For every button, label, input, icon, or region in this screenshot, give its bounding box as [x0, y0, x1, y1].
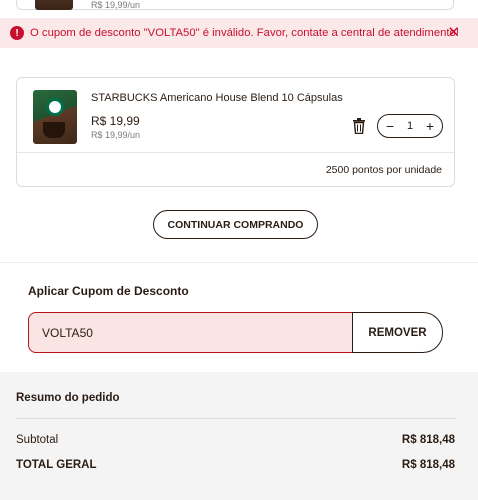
- remove-coupon-button[interactable]: REMOVER: [352, 312, 443, 353]
- cart-item-card: STARBUCKS Americano House Blend 10 Cápsu…: [16, 77, 455, 187]
- starbucks-logo-icon: [46, 98, 64, 116]
- subtotal-value: R$ 818,48: [401, 434, 455, 446]
- product-price: R$ 19,99: [91, 114, 140, 128]
- order-summary: Resumo do pedido Subtotal R$ 818,48 TOTA…: [0, 372, 478, 500]
- product-image: [33, 90, 77, 144]
- error-alert: ! O cupom de desconto "VOLTA50" é inváli…: [0, 18, 478, 48]
- trash-icon[interactable]: [352, 118, 366, 134]
- coffee-cup-icon: [43, 122, 65, 138]
- close-icon[interactable]: ✕: [447, 24, 460, 42]
- increment-button[interactable]: +: [426, 119, 434, 133]
- product-unit-price: R$ 19,99/un: [91, 130, 141, 140]
- previous-item-unit-price: R$ 19,99/un: [91, 0, 141, 10]
- divider: [17, 152, 454, 153]
- coupon-input[interactable]: VOLTA50: [28, 312, 354, 353]
- cart-page: R$ 19,99/un ! O cupom de desconto "VOLTA…: [0, 0, 478, 500]
- quantity-value[interactable]: 1: [407, 120, 413, 132]
- error-icon: !: [10, 26, 24, 40]
- points-per-unit: 2500 pontos por unidade: [325, 164, 442, 176]
- previous-cart-item: R$ 19,99/un: [16, 0, 454, 10]
- total-value: R$ 818,48: [401, 459, 455, 471]
- product-name[interactable]: STARBUCKS Americano House Blend 10 Cápsu…: [91, 92, 343, 104]
- decrement-button[interactable]: −: [386, 119, 394, 133]
- coupon-title: Aplicar Cupom de Desconto: [28, 284, 189, 298]
- product-image: [35, 0, 73, 10]
- quantity-stepper: − 1 +: [377, 114, 443, 138]
- summary-title: Resumo do pedido: [16, 392, 120, 404]
- error-message: O cupom de desconto "VOLTA50" é inválido…: [30, 27, 459, 39]
- continue-shopping-button[interactable]: CONTINUAR COMPRANDO: [153, 210, 318, 239]
- divider: [16, 418, 456, 419]
- divider: [0, 262, 478, 263]
- subtotal-label: Subtotal: [16, 434, 59, 446]
- total-label: TOTAL GERAL: [16, 459, 97, 471]
